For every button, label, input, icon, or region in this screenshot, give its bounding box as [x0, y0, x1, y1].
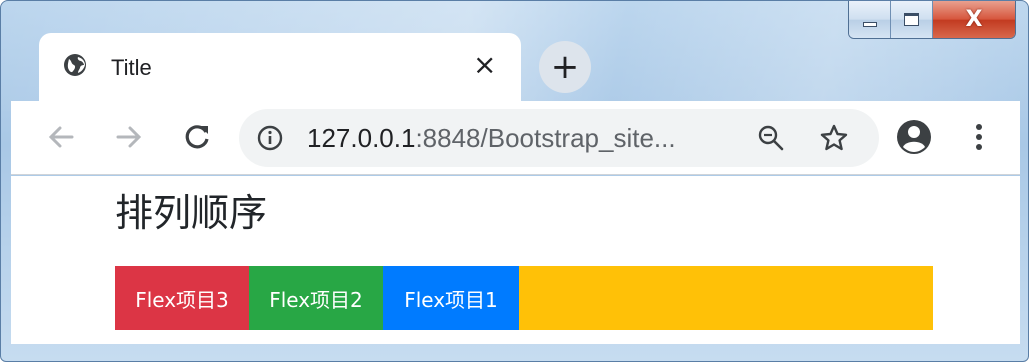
browser-tab[interactable]: Title ×	[39, 33, 521, 103]
tab-close-button[interactable]: ×	[473, 51, 496, 79]
url-path: :8848/Bootstrap_site...	[415, 123, 676, 153]
close-icon: X	[965, 7, 983, 32]
close-window-button[interactable]: X	[933, 1, 1015, 38]
info-icon[interactable]	[257, 125, 283, 151]
globe-icon	[64, 54, 86, 76]
url-text[interactable]: 127.0.0.1:8848/Bootstrap_site...	[307, 123, 676, 154]
flex-item-2: Flex项目2	[249, 266, 383, 330]
tab-title: Title	[111, 55, 152, 80]
address-bar[interactable]: 127.0.0.1:8848/Bootstrap_site...	[239, 109, 879, 167]
star-icon[interactable]	[819, 123, 849, 153]
back-arrow-icon	[48, 126, 74, 148]
flex-item-1: Flex项目1	[383, 266, 519, 330]
new-tab-button[interactable]: +	[539, 41, 591, 93]
forward-arrow-icon	[116, 126, 142, 148]
more-menu-icon[interactable]	[969, 119, 989, 155]
page-content: 排列顺序 Flex项目3 Flex项目2 Flex项目1	[11, 176, 1020, 344]
back-button[interactable]	[43, 119, 79, 155]
minimize-icon	[862, 22, 877, 27]
url-host: 127.0.0.1	[307, 123, 416, 153]
zoom-icon[interactable]	[757, 124, 785, 152]
minimize-button[interactable]	[849, 1, 891, 38]
reload-button[interactable]	[179, 119, 215, 155]
browser-toolbar: 127.0.0.1:8848/Bootstrap_site...	[11, 101, 1020, 175]
flex-container: Flex项目3 Flex项目2 Flex项目1	[115, 266, 933, 330]
reload-icon	[185, 125, 209, 149]
maximize-icon	[904, 13, 919, 26]
flex-item-3: Flex项目3	[115, 266, 249, 330]
account-icon[interactable]	[895, 118, 933, 156]
browser-window: X Title × + 127.0.0.1:8848/Bootstrap_sit…	[0, 0, 1029, 362]
plus-icon: +	[550, 47, 580, 87]
window-caption-buttons: X	[848, 1, 1016, 39]
page-heading: 排列顺序	[115, 191, 268, 235]
maximize-button[interactable]	[891, 1, 933, 38]
forward-button[interactable]	[111, 119, 147, 155]
